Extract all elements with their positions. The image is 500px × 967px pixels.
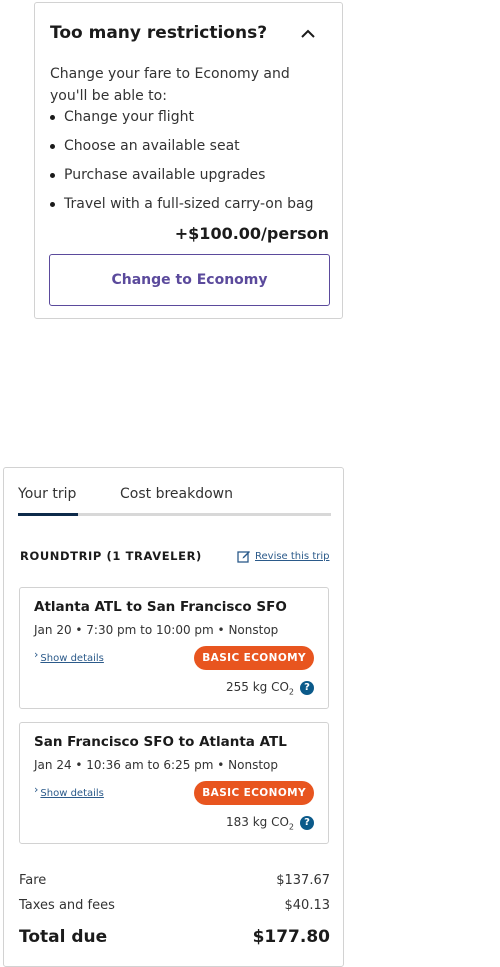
edit-icon <box>237 551 250 563</box>
taxes-value: $40.13 <box>284 898 331 913</box>
upsell-description: Change your fare to Economy and you'll b… <box>50 66 290 104</box>
flight-card-outbound: Atlanta ATL to San Francisco SFO Jan 20 … <box>19 587 329 709</box>
revise-trip-link[interactable]: Revise this trip <box>237 549 329 563</box>
show-details-label: Show details <box>40 788 104 799</box>
trip-tabs: Your trip Cost breakdown <box>18 486 331 518</box>
chevron-right-icon: › <box>34 783 39 796</box>
fare-class-badge: BASIC ECONOMY <box>194 781 314 805</box>
flight-card-return: San Francisco SFO to Atlanta ATL Jan 24 … <box>19 722 329 844</box>
revise-trip-label: Revise this trip <box>255 550 330 562</box>
show-details-link[interactable]: › Show details <box>34 648 104 664</box>
co2-emissions: 255 kg CO2 ? <box>226 680 314 696</box>
help-icon[interactable]: ? <box>300 681 314 696</box>
show-details-label: Show details <box>40 653 104 664</box>
flight-schedule: Jan 24 • 10:36 am to 6:25 pm • Nonstop <box>34 758 279 772</box>
show-details-link[interactable]: › Show details <box>34 783 104 799</box>
total-value: $177.80 <box>252 927 330 947</box>
perk-list: Change your flight Choose an available s… <box>50 105 314 221</box>
tab-your-trip[interactable]: Your trip <box>18 486 76 502</box>
help-icon[interactable]: ? <box>300 816 314 831</box>
fare-class-badge: BASIC ECONOMY <box>194 646 314 670</box>
upsell-title: Too many restrictions? <box>50 23 268 43</box>
active-tab-indicator <box>18 513 78 516</box>
flight-route: Atlanta ATL to San Francisco SFO <box>34 599 287 615</box>
co2-value: 183 kg CO2 <box>225 815 294 832</box>
flight-schedule: Jan 20 • 7:30 pm to 10:00 pm • Nonstop <box>34 623 279 637</box>
perk-item: Travel with a full-sized carry-on bag <box>50 192 314 221</box>
fare-label: Fare <box>19 873 47 888</box>
trip-summary-card: Your trip Cost breakdown ROUNDTRIP (1 TR… <box>3 467 344 967</box>
chevron-up-icon[interactable] <box>299 25 317 43</box>
fare-value: $137.67 <box>276 873 330 888</box>
tab-cost-breakdown[interactable]: Cost breakdown <box>120 486 233 502</box>
perk-item: Purchase available upgrades <box>50 163 314 192</box>
change-to-economy-button[interactable]: Change to Economy <box>49 254 330 306</box>
taxes-label: Taxes and fees <box>19 898 115 913</box>
trip-type-heading: ROUNDTRIP (1 TRAVELER) <box>20 549 202 563</box>
chevron-right-icon: › <box>34 648 39 661</box>
perk-item: Change your flight <box>50 105 314 134</box>
upsell-card: Too many restrictions? Change your fare … <box>34 2 343 319</box>
flight-route: San Francisco SFO to Atlanta ATL <box>34 734 287 750</box>
co2-value: 255 kg CO2 <box>225 680 294 697</box>
total-label: Total due <box>19 927 108 947</box>
upgrade-price: +$100.00/person <box>174 224 329 243</box>
co2-emissions: 183 kg CO2 ? <box>226 815 314 831</box>
perk-item: Choose an available seat <box>50 134 314 163</box>
